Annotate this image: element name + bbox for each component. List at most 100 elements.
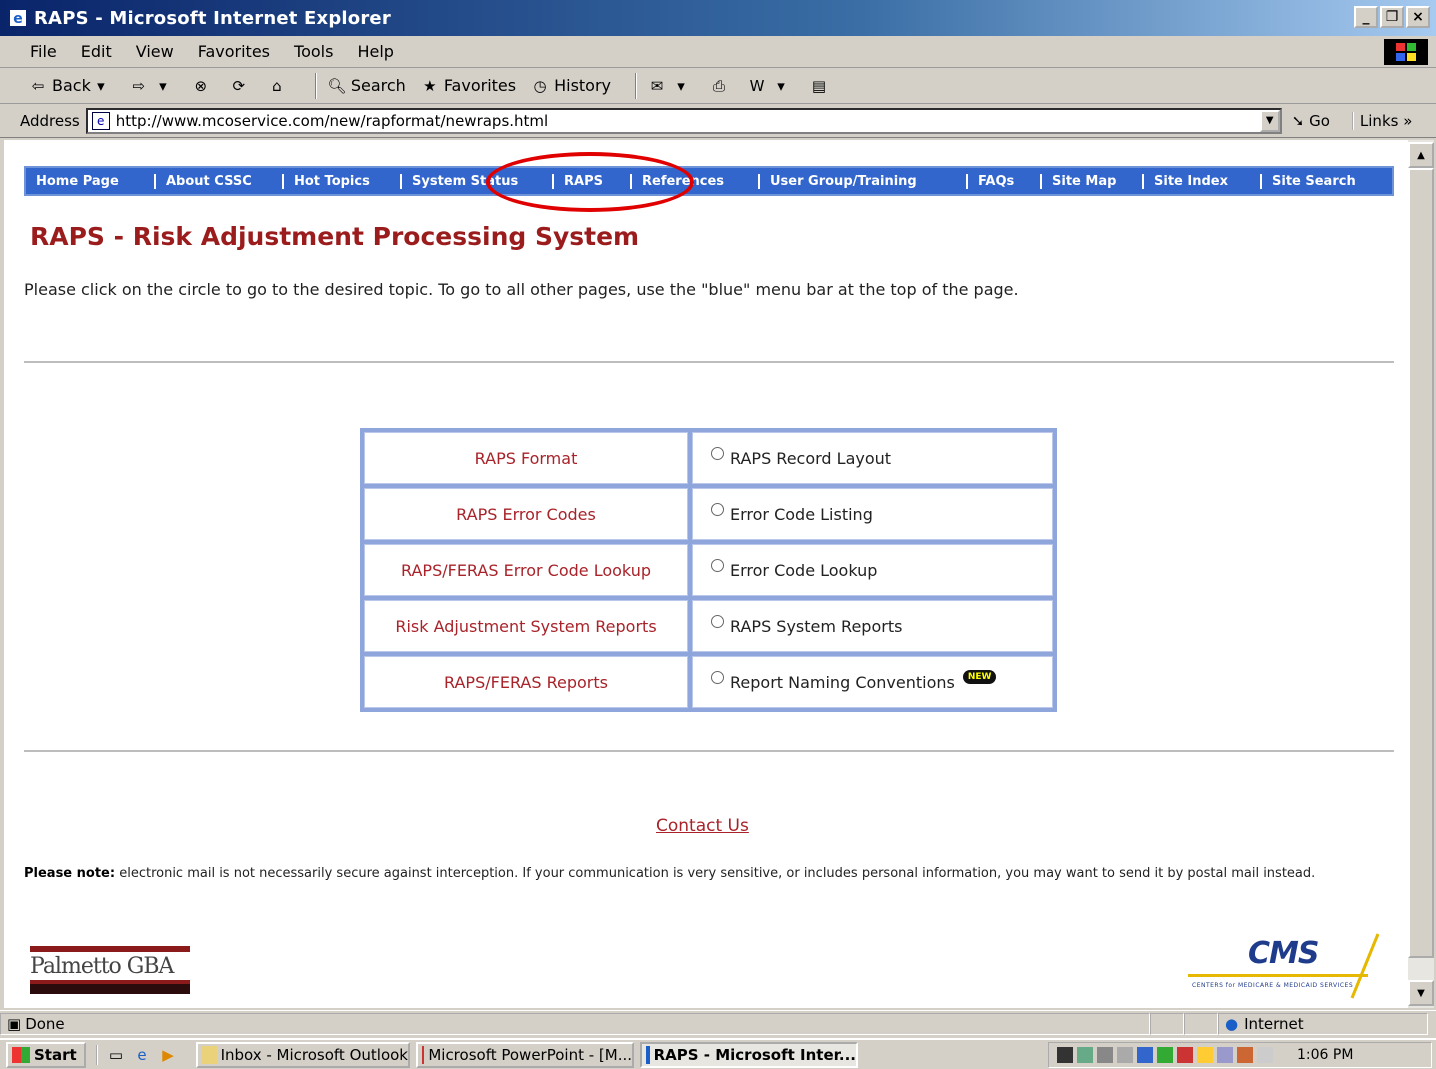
radio-button[interactable] [711, 446, 724, 460]
links-button[interactable]: Links » [1351, 111, 1412, 130]
tray-icon[interactable] [1097, 1046, 1113, 1063]
menu-help[interactable]: Help [357, 42, 393, 61]
word-icon: W [749, 76, 765, 95]
refresh-button[interactable]: ⟳ [229, 76, 253, 96]
discuss-button[interactable]: ▤ [809, 76, 833, 96]
nav-site-search[interactable]: Site Search [1260, 173, 1378, 189]
status-bar: ▣ Done ● Internet [0, 1010, 1436, 1036]
nav-hot-topics[interactable]: Hot Topics [282, 173, 400, 189]
nav-user-group-training[interactable]: User Group/Training [758, 173, 966, 189]
media-player-icon[interactable]: ▶ [158, 1045, 178, 1065]
mail-button[interactable]: ✉ ▾ [647, 76, 695, 96]
nav-site-index[interactable]: Site Index [1142, 173, 1260, 189]
nav-faqs[interactable]: FAQs [966, 173, 1040, 189]
address-url: http://www.mcoservice.com/new/rapformat/… [115, 111, 549, 130]
topic-option-report-naming-conventions[interactable]: Report Naming Conventions NEW [692, 656, 1053, 708]
radio-button[interactable] [711, 670, 724, 684]
divider [24, 750, 1394, 752]
history-button[interactable]: ◷ History [530, 76, 611, 96]
tray-icon[interactable] [1177, 1046, 1193, 1063]
mail-tray-icon[interactable] [1257, 1046, 1273, 1063]
tray-icon[interactable] [1217, 1046, 1233, 1063]
outlook-icon [202, 1045, 217, 1064]
go-arrow-icon: ➘ [1291, 111, 1310, 130]
topic-label-raps-format: RAPS Format [364, 432, 688, 484]
scroll-thumb[interactable] [1408, 168, 1434, 958]
restore-button[interactable]: ❐ [1380, 6, 1404, 28]
stop-button[interactable]: ⊗ [191, 76, 215, 96]
task-raps-ie[interactable]: RAPS - Microsoft Inter... [640, 1041, 858, 1068]
topic-option-label: Error Code Listing [730, 504, 873, 524]
home-button[interactable]: ⌂ [267, 76, 291, 96]
intro-text: Please click on the circle to go to the … [24, 280, 1019, 299]
topic-option-raps-system-reports[interactable]: RAPS System Reports [692, 600, 1053, 652]
radio-button[interactable] [711, 558, 724, 572]
menu-bar: File Edit View Favorites Tools Help [0, 36, 1436, 68]
go-button[interactable]: ➘ Go [1292, 112, 1330, 130]
favorites-button[interactable]: ★ Favorites [420, 76, 516, 96]
show-desktop-icon[interactable]: ▭ [106, 1045, 126, 1065]
logo-bar [30, 946, 190, 952]
chevron-down-icon: ▾ [677, 76, 685, 95]
cms-logo-text: CMS [1248, 936, 1319, 971]
toolbar-separator [635, 72, 638, 99]
new-badge-icon: NEW [962, 670, 997, 684]
divider [24, 361, 1394, 363]
nav-about-cssc[interactable]: About CSSC [154, 173, 282, 189]
tray-icon[interactable] [1057, 1046, 1073, 1063]
ie-icon [646, 1045, 650, 1064]
page-viewport: Home Page About CSSC Hot Topics System S… [4, 140, 1408, 1008]
back-arrow-icon: ⇦ [31, 76, 45, 95]
topic-option-error-code-lookup[interactable]: Error Code Lookup [692, 544, 1053, 596]
topic-option-raps-record-layout[interactable]: RAPS Record Layout [692, 432, 1053, 484]
menu-edit[interactable]: Edit [81, 42, 112, 61]
radio-button[interactable] [711, 614, 724, 628]
menu-view[interactable]: View [136, 42, 174, 61]
menu-favorites[interactable]: Favorites [198, 42, 270, 61]
minimize-button[interactable]: _ [1354, 6, 1378, 28]
scroll-down-button[interactable]: ▼ [1408, 980, 1434, 1006]
vertical-scrollbar[interactable]: ▲ ▼ [1408, 140, 1434, 1008]
menu-tools[interactable]: Tools [294, 42, 333, 61]
edit-button[interactable]: W ▾ [747, 76, 795, 96]
palmetto-gba-logo[interactable]: Palmetto GBA [28, 936, 194, 996]
status-text: Done [25, 1014, 65, 1033]
tray-icon[interactable] [1077, 1046, 1093, 1063]
close-button[interactable]: × [1406, 6, 1430, 28]
ie-icon: e [10, 10, 26, 27]
contact-us-link[interactable]: Contact Us [656, 816, 749, 836]
topic-label-system-reports: Risk Adjustment System Reports [364, 600, 688, 652]
window-title: RAPS - Microsoft Internet Explorer [34, 7, 391, 29]
start-button[interactable]: Start [6, 1041, 86, 1068]
task-powerpoint[interactable]: Microsoft PowerPoint - [M... [416, 1041, 634, 1068]
print-button[interactable]: ⎙ [709, 76, 733, 96]
search-label: Search [350, 76, 406, 95]
start-label: Start [34, 1045, 77, 1064]
cms-logo[interactable]: CMS CENTERS for MEDICARE & MEDICAID SERV… [1188, 932, 1384, 1002]
tray-icon[interactable] [1237, 1046, 1253, 1063]
refresh-icon: ⟳ [232, 76, 246, 95]
page-title: RAPS - Risk Adjustment Processing System [30, 222, 640, 251]
address-dropdown-button[interactable]: ▼ [1259, 109, 1280, 132]
tray-icon[interactable] [1197, 1046, 1213, 1063]
menu-file[interactable]: File [30, 42, 57, 61]
window-titlebar: e RAPS - Microsoft Internet Explorer _ ❐… [0, 0, 1436, 36]
radio-button[interactable] [711, 502, 724, 516]
nav-home-page[interactable]: Home Page [26, 174, 154, 189]
nav-site-map[interactable]: Site Map [1040, 173, 1142, 189]
zone-text: Internet [1244, 1014, 1304, 1033]
scroll-up-button[interactable]: ▲ [1408, 142, 1434, 168]
address-input[interactable]: e http://www.mcoservice.com/new/rapforma… [85, 107, 1282, 134]
forward-button[interactable]: ⇨ ▾ [129, 76, 177, 96]
tray-icon[interactable] [1157, 1046, 1173, 1063]
task-outlook[interactable]: Inbox - Microsoft Outlook [196, 1041, 410, 1068]
standard-toolbar: ⇦ Back ▾ ⇨ ▾ ⊗ ⟳ ⌂ 🔍︎ Search ★ Favorites… [0, 68, 1436, 104]
volume-icon[interactable] [1117, 1046, 1133, 1063]
quick-launch: ▭ e ▶ [96, 1044, 178, 1065]
ie-quicklaunch-icon[interactable]: e [132, 1045, 152, 1065]
back-button[interactable]: ⇦ Back ▾ [28, 76, 115, 96]
tray-icon[interactable] [1137, 1046, 1153, 1063]
search-icon: 🔍︎ [327, 76, 347, 95]
search-button[interactable]: 🔍︎ Search [327, 76, 406, 96]
topic-option-error-code-listing[interactable]: Error Code Listing [692, 488, 1053, 540]
